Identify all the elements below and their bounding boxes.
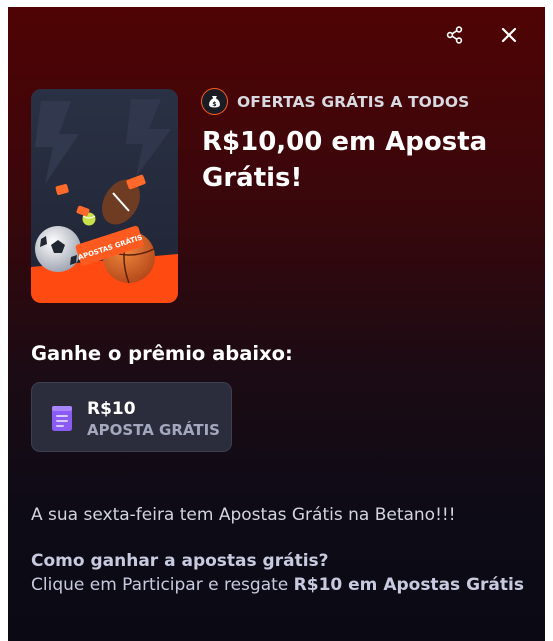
howto-heading: Como ganhar a apostas grátis? (31, 551, 329, 571)
share-icon (446, 26, 463, 44)
close-button[interactable] (491, 17, 527, 53)
prize-heading: Ganhe o prêmio abaixo: (31, 342, 293, 365)
howto-text-bold: R$10 em Apostas Grátis (293, 575, 524, 595)
offer-image: APOSTAS GRÁTIS (31, 89, 178, 303)
ticket-icon (52, 406, 72, 431)
money-bag-icon: $ (201, 88, 228, 115)
offer-title: R$10,00 em Aposta Grátis! (202, 127, 488, 193)
howto-text: Clique em Participar e resgate R$10 em A… (31, 574, 526, 597)
svg-text:$: $ (212, 101, 216, 108)
close-icon (501, 27, 517, 43)
howto-text-plain: Clique em Participar e resgate (31, 575, 294, 595)
offer-tag: $ OFERTAS GRÁTIS A TODOS (201, 88, 469, 115)
share-button[interactable] (437, 17, 473, 53)
offer-description: A sua sexta-feira tem Apostas Grátis na … (31, 505, 456, 525)
prize-card: R$10 APOSTA GRÁTIS (31, 382, 232, 452)
prize-type: APOSTA GRÁTIS (87, 421, 220, 439)
offer-tag-label: OFERTAS GRÁTIS A TODOS (237, 92, 470, 111)
offer-modal: APOSTAS GRÁTIS $ OFERTAS GRÁTIS A TODOS … (8, 7, 545, 641)
prize-amount: R$10 (87, 399, 136, 419)
